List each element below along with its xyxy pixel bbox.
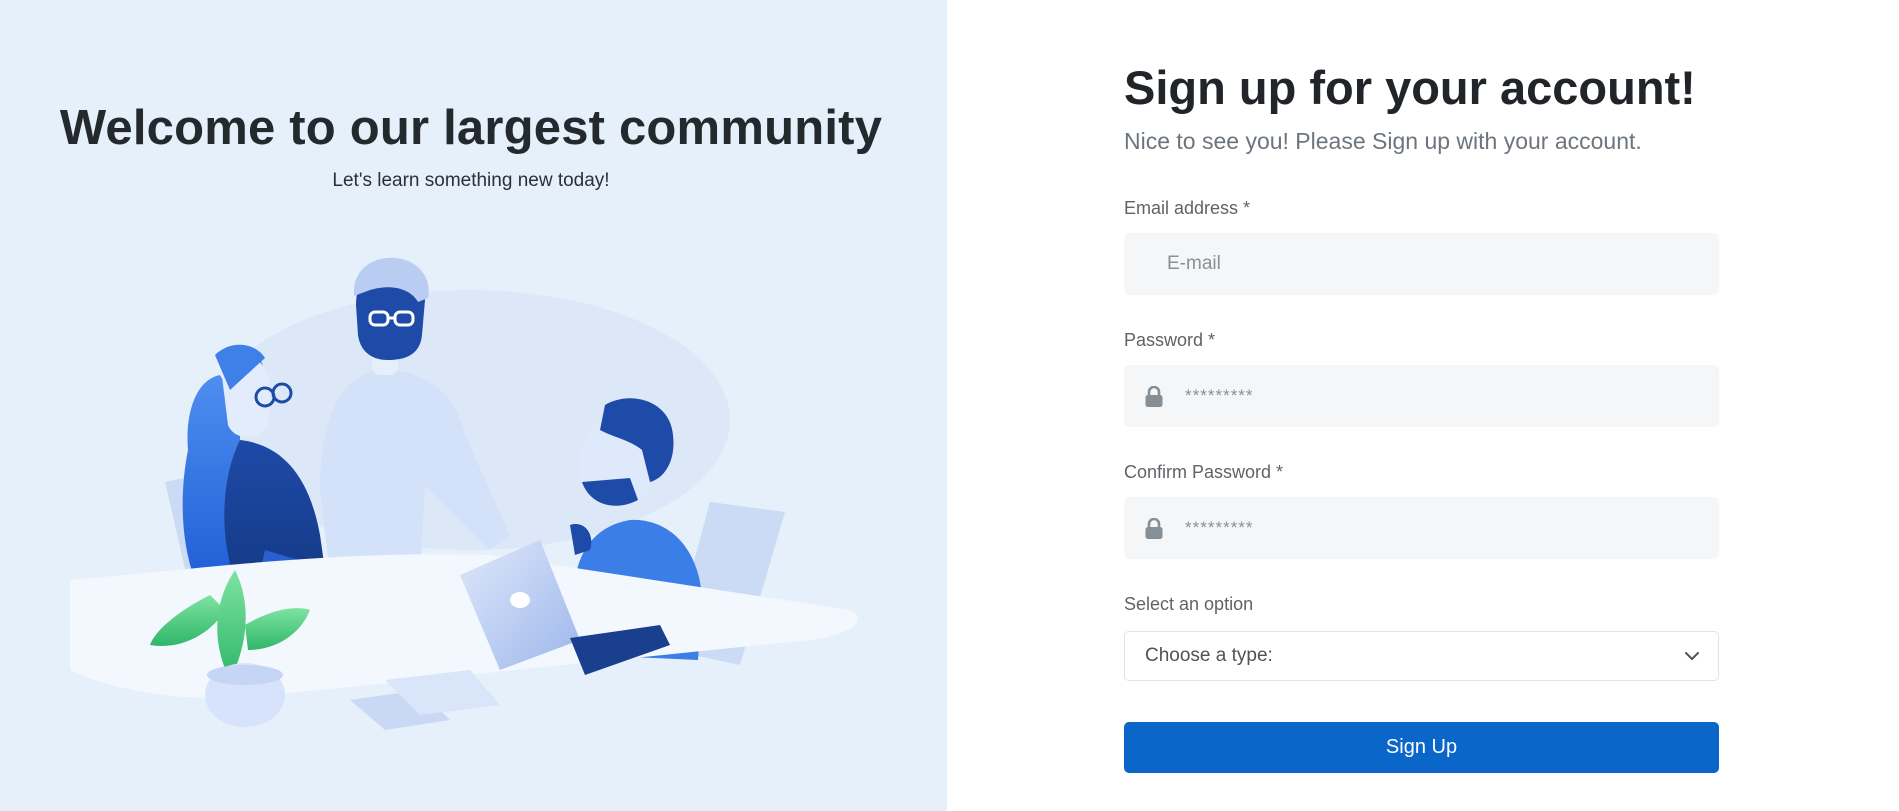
team-collaboration-illustration: [70, 257, 858, 730]
lock-icon: [1145, 386, 1163, 407]
email-input[interactable]: [1124, 233, 1719, 295]
password-label: Password *: [1124, 330, 1216, 350]
confirm-password-field-group: Confirm Password *: [1124, 462, 1719, 559]
chevron-down-icon: [1685, 652, 1699, 660]
form-title: Sign up for your account!: [1124, 61, 1696, 114]
select-value: Choose a type:: [1145, 645, 1273, 666]
password-input-wrapper: [1124, 365, 1719, 427]
signup-form: Sign up for your account! Nice to see yo…: [1124, 58, 1719, 773]
lock-icon: [1145, 518, 1163, 539]
type-select[interactable]: Choose a type:: [1124, 631, 1719, 681]
email-field-group: Email address *: [1124, 198, 1719, 295]
email-input-wrapper: [1124, 233, 1719, 295]
password-input[interactable]: [1124, 365, 1719, 427]
form-subtitle: Nice to see you! Please Sign up with you…: [1124, 128, 1642, 154]
email-label: Email address *: [1124, 198, 1251, 218]
confirm-password-input[interactable]: [1124, 497, 1719, 559]
hero-panel: Welcome to our largest community Let's l…: [0, 0, 947, 811]
select-label: Select an option: [1124, 594, 1254, 614]
hero-subtitle: Let's learn something new today!: [332, 170, 610, 191]
type-select-group: Select an option Choose a type:: [1124, 594, 1719, 681]
sign-up-button[interactable]: Sign Up: [1124, 722, 1719, 773]
confirm-password-input-wrapper: [1124, 497, 1719, 559]
confirm-password-label: Confirm Password *: [1124, 462, 1284, 482]
password-field-group: Password *: [1124, 330, 1719, 427]
signup-form-panel: Sign up for your account! Nice to see yo…: [947, 0, 1899, 811]
signup-page: Welcome to our largest community Let's l…: [0, 0, 1899, 811]
hero-title: Welcome to our largest community: [59, 101, 883, 155]
